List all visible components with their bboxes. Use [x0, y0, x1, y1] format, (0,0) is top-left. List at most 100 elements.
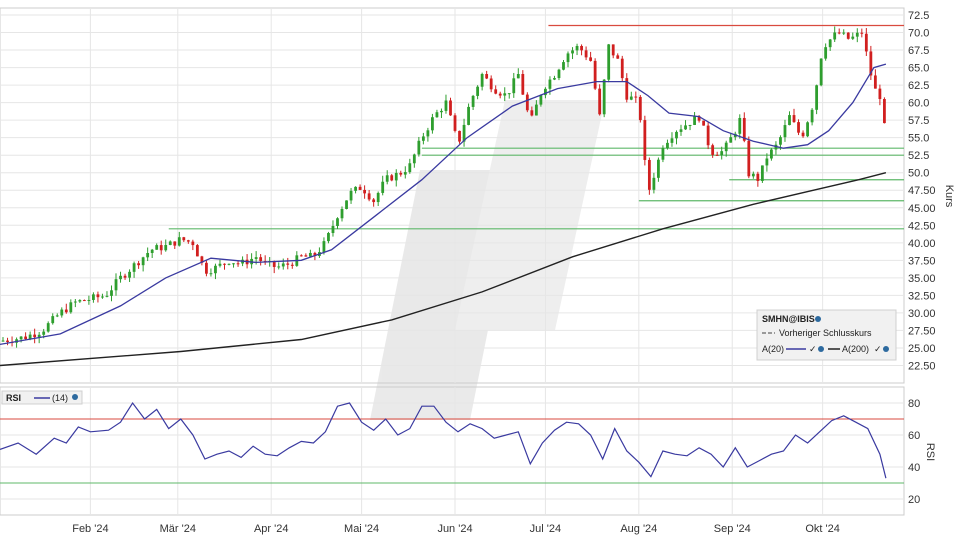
candle-body	[453, 115, 457, 131]
candle-body	[299, 255, 303, 257]
candle-body	[322, 241, 326, 253]
candle-body	[566, 53, 570, 63]
candle-body	[367, 193, 371, 200]
candle-body	[593, 60, 597, 89]
candle-body	[55, 315, 59, 317]
candle-body	[92, 294, 95, 300]
candle-body	[214, 265, 217, 274]
price-tick-label: 27.50	[908, 325, 936, 337]
candle-body	[878, 88, 882, 100]
candle-body	[64, 309, 68, 313]
price-axis-title: Kurs	[943, 185, 955, 208]
candle-body	[521, 73, 525, 95]
candle-body	[706, 125, 710, 146]
candle-body	[824, 47, 828, 59]
candle-body	[729, 137, 733, 143]
x-tick-label: Feb '24	[72, 523, 108, 535]
candle-body	[1, 340, 5, 342]
candle-body	[765, 158, 769, 166]
candle-body	[815, 85, 819, 110]
candle-body	[146, 252, 150, 258]
legend-ma200: A(200)	[842, 344, 869, 354]
candle-body	[693, 116, 696, 125]
candle-body	[177, 237, 181, 246]
candle-body	[376, 192, 380, 203]
candle-body	[186, 240, 190, 242]
candle-body	[539, 95, 543, 105]
candle-body	[101, 296, 104, 298]
candle-body	[584, 50, 588, 58]
candle-body	[449, 100, 452, 116]
candle-body	[715, 154, 719, 156]
candle-body	[340, 208, 344, 219]
candle-body	[259, 257, 263, 262]
candle-body	[489, 78, 493, 90]
candle-body	[720, 151, 724, 156]
candle-body	[616, 55, 620, 59]
candle-body	[837, 32, 841, 34]
candle-body	[883, 99, 886, 124]
candle-body	[417, 140, 421, 155]
rsi-axis-title: RSI	[924, 443, 936, 461]
price-tick-label: 57.5	[908, 115, 929, 127]
price-y-axis: 72.5 70.0 67.5 65.0 62.5 60.0 57.5 55.0 52.5 50.0…	[908, 10, 936, 372]
price-tick-label: 45.00	[908, 203, 936, 215]
candle-body	[661, 148, 665, 160]
candle-body	[797, 122, 800, 133]
candle-body	[575, 45, 579, 51]
candle-body	[123, 275, 127, 278]
candle-body	[738, 117, 742, 134]
candle-body	[756, 173, 760, 181]
candle-body	[227, 263, 231, 265]
candle-body	[634, 96, 638, 98]
candle-body	[60, 309, 64, 316]
candle-body	[792, 115, 796, 123]
settings-icon	[72, 394, 78, 400]
candle-body	[480, 74, 484, 87]
candle-body	[191, 241, 195, 246]
candle-body	[426, 130, 430, 137]
stock-chart: 72.5 70.0 67.5 65.0 62.5 60.0 57.5 55.0 52.5 50.0…	[0, 7, 955, 535]
candle-body	[155, 245, 159, 250]
x-tick-label: Jun '24	[437, 523, 472, 535]
candle-body	[675, 131, 678, 139]
candle-body	[828, 39, 832, 48]
rsi-legend-period: (14)	[52, 393, 68, 403]
candle-body	[864, 33, 868, 52]
candle-body	[571, 50, 574, 54]
candle-body	[512, 78, 516, 94]
candle-body	[525, 94, 529, 111]
candle-body	[286, 263, 290, 265]
candle-body	[485, 74, 489, 79]
legend-symbol-icon	[815, 316, 821, 322]
chart-container: 72.5 70.0 67.5 65.0 62.5 60.0 57.5 55.0 52.5 50.0…	[0, 0, 960, 540]
candle-body	[19, 336, 23, 340]
candle-body	[458, 130, 461, 142]
candle-body	[33, 334, 37, 338]
candle-body	[851, 36, 855, 39]
price-tick-label: 35.00	[908, 273, 936, 285]
candle-body	[399, 172, 403, 175]
candle-body	[760, 165, 764, 181]
candle-body	[195, 245, 199, 257]
candle-body	[530, 110, 534, 116]
price-tick-label: 70.0	[908, 28, 929, 40]
candle-body	[205, 262, 208, 274]
legend-symbol: SMHN@IBIS	[762, 314, 815, 324]
candle-body	[788, 115, 791, 126]
candle-body	[421, 136, 425, 141]
candle-body	[770, 149, 773, 159]
candle-body	[702, 120, 706, 126]
candle-body	[534, 104, 538, 116]
candle-body	[860, 32, 864, 34]
candle-body	[182, 237, 186, 241]
candle-body	[647, 159, 651, 190]
x-axis: Feb '24 Mär '24 Apr '24 Mai '24 Jun '24 Jul '…	[72, 523, 840, 535]
candle-body	[327, 233, 330, 242]
candle-body	[96, 294, 100, 298]
candle-body	[390, 175, 394, 181]
rsi-legend-name: RSI	[6, 393, 21, 403]
candle-body	[173, 241, 177, 246]
candle-body	[114, 279, 118, 291]
candle-body	[810, 109, 814, 123]
